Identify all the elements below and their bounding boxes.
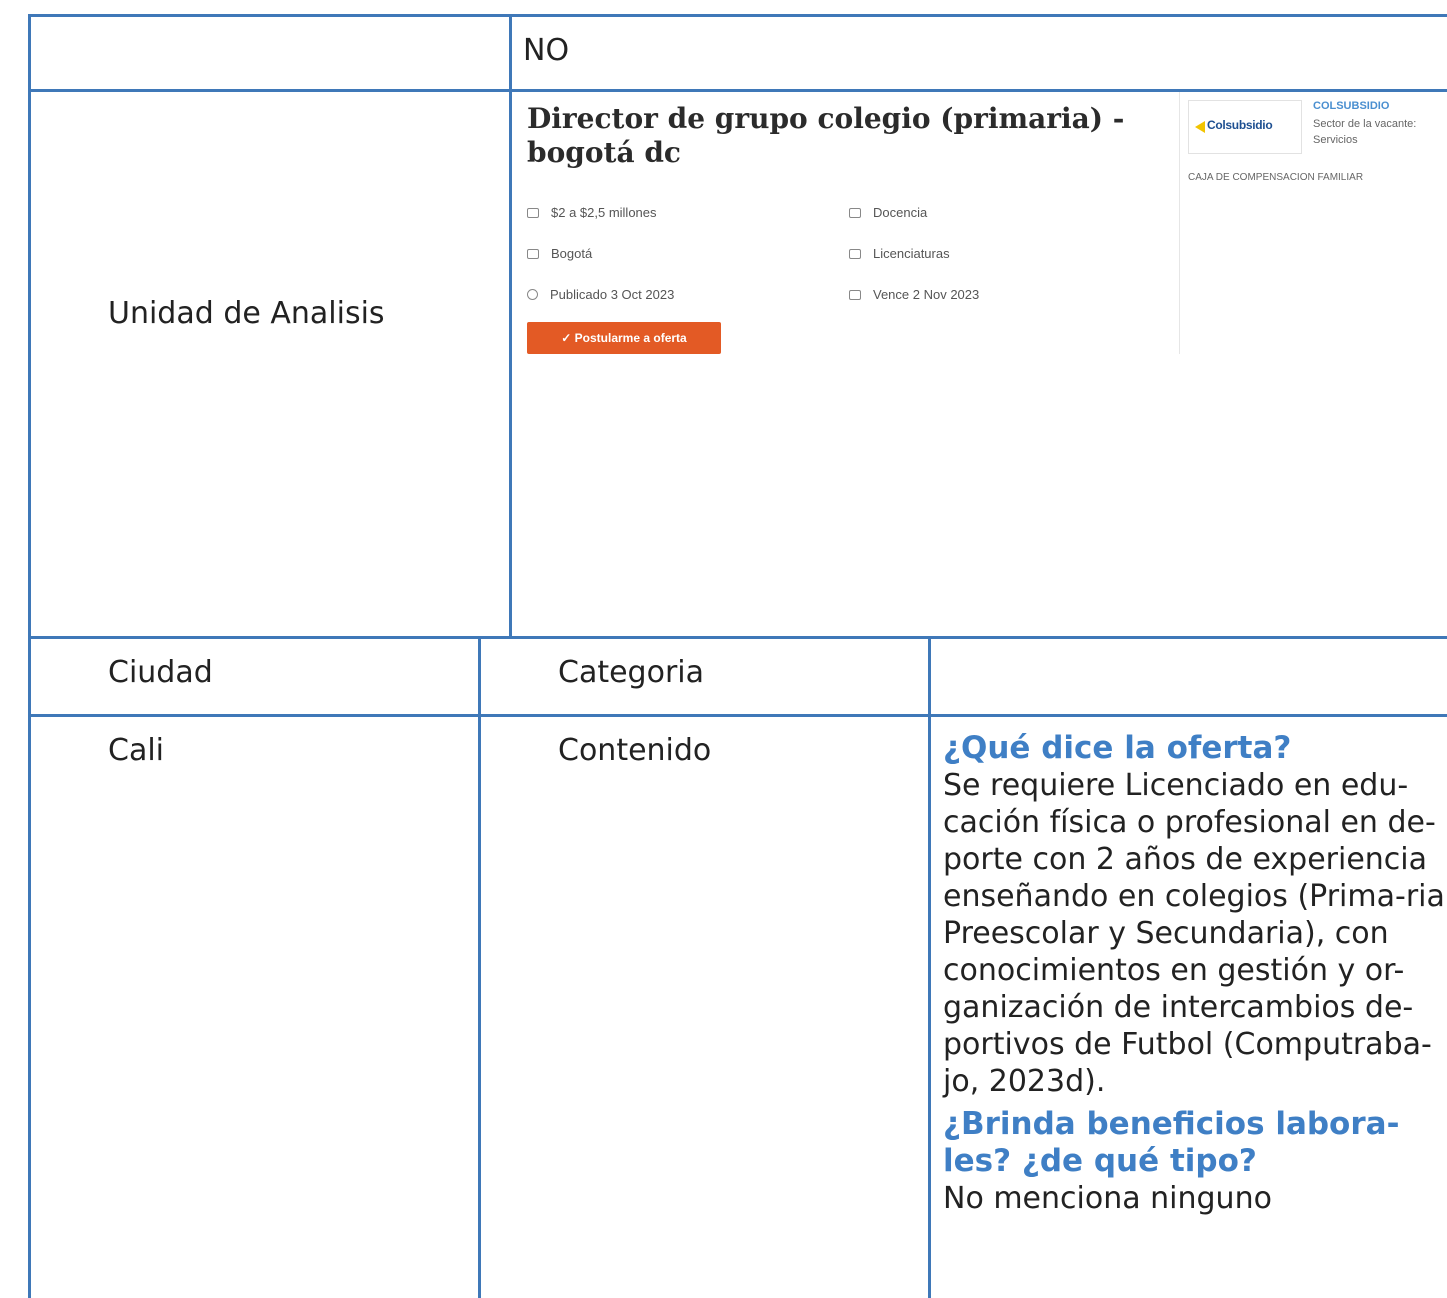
clock-icon xyxy=(527,289,538,300)
table-border-left-lower xyxy=(28,636,31,1298)
money-icon xyxy=(527,208,539,218)
offer-published-text: Publicado 3 Oct 2023 xyxy=(550,287,675,302)
offer-salary-text: $2 a $2,5 millones xyxy=(551,205,657,220)
offer-city: Bogotá xyxy=(527,246,592,261)
company-logo: Colsubsidio xyxy=(1188,100,1302,154)
header-ciudad: Ciudad xyxy=(108,655,213,690)
location-icon xyxy=(527,249,539,259)
unidad-analisis-label: Unidad de Analisis xyxy=(108,296,385,331)
offer-city-text: Bogotá xyxy=(551,246,593,261)
row1-value: NO xyxy=(523,33,570,68)
briefcase-icon xyxy=(849,249,861,259)
sector-value: Servicios xyxy=(1313,134,1358,146)
logo-arrow-icon xyxy=(1195,121,1205,133)
company-logo-text: Colsubsidio xyxy=(1207,118,1273,132)
offer-title: Director de grupo colegio (primaria) - b… xyxy=(527,102,1125,169)
calendar-icon xyxy=(849,290,861,300)
offer-expires-text: Vence 2 Nov 2023 xyxy=(873,287,980,302)
category-icon xyxy=(849,208,861,218)
question-1-text: Se requiere Licenciado en edu-cación fís… xyxy=(943,768,1447,1099)
table-border-left-upper xyxy=(28,14,31,639)
header-categoria: Categoria xyxy=(558,655,705,690)
offer-salary: $2 a $2,5 millones xyxy=(527,205,657,220)
column-divider-lower-2 xyxy=(928,636,931,1298)
question-2-text: No menciona ninguno xyxy=(943,1181,1272,1216)
question-1-heading: ¿Qué dice la oferta? xyxy=(943,730,1292,766)
offer-area: Docencia xyxy=(849,205,927,220)
offer-education: Licenciaturas xyxy=(849,246,950,261)
company-name[interactable]: COLSUBSIDIO xyxy=(1313,100,1389,112)
offer-education-text: Licenciaturas xyxy=(873,246,950,261)
column-divider-lower-1 xyxy=(478,636,481,1298)
company-type: CAJA DE COMPENSACION FAMILIAR xyxy=(1188,172,1364,183)
question-2-heading: ¿Brinda beneficios labora-les? ¿de qué t… xyxy=(943,1106,1400,1179)
company-card: Colsubsidio COLSUBSIDIO Sector de la vac… xyxy=(1179,92,1447,354)
table-border-top xyxy=(28,14,1447,17)
apply-button[interactable]: ✓ Postularme a oferta xyxy=(527,322,721,354)
offer-expires: Vence 2 Nov 2023 xyxy=(849,287,979,302)
job-offer-screenshot: Director de grupo colegio (primaria) - b… xyxy=(527,92,1447,372)
offer-area-text: Docencia xyxy=(873,205,928,220)
offer-published: Publicado 3 Oct 2023 xyxy=(527,287,674,302)
ciudad-value: Cali xyxy=(108,733,165,768)
row-divider-2 xyxy=(28,636,1447,639)
sector-label: Sector de la vacante: xyxy=(1313,118,1417,130)
content-cell: ¿Qué dice la oferta? Se requiere Licenci… xyxy=(943,730,1447,1217)
categoria-value: Contenido xyxy=(558,733,712,768)
column-divider-upper xyxy=(509,14,512,639)
row-divider-3 xyxy=(28,714,1447,717)
